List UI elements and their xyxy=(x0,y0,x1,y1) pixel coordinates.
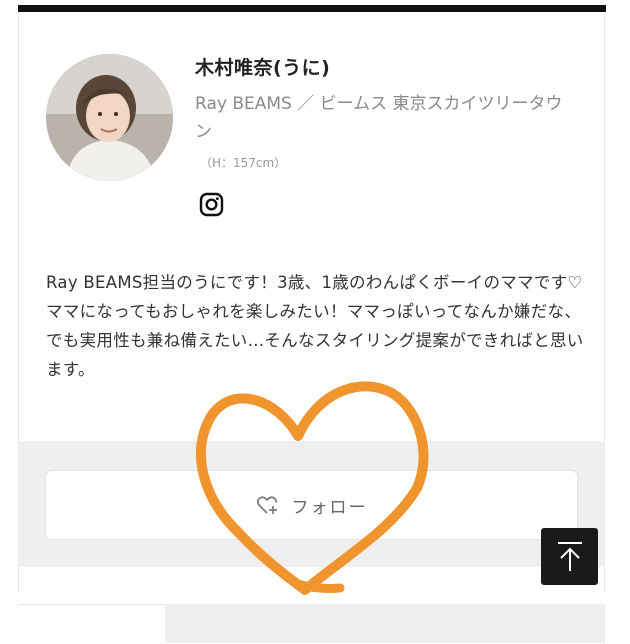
profile-bio: Ray BEAMS担当のうにです！3歳、1歳のわんぱくボーイのママです♡ ママに… xyxy=(46,273,584,379)
profile-height: （H：157cm） xyxy=(200,156,287,170)
follow-button[interactable]: フォロー xyxy=(46,471,577,539)
follow-label: フォロー xyxy=(291,497,368,518)
heart-plus-icon xyxy=(256,496,277,514)
profile-name: 木村唯奈(うに) xyxy=(195,57,331,79)
profile-photo-icon xyxy=(46,54,173,181)
bottom-tab-right[interactable] xyxy=(165,604,605,643)
arrow-up-icon xyxy=(557,541,582,571)
instagram-link[interactable] xyxy=(199,192,224,217)
shop-name: Ray BEAMS ／ ビームス 東京スカイツリータウン xyxy=(195,94,563,142)
back-to-top-button[interactable] xyxy=(541,528,598,585)
top-border-bar xyxy=(18,5,606,12)
instagram-icon xyxy=(199,192,224,217)
avatar xyxy=(46,54,173,181)
bottom-tab-left[interactable] xyxy=(18,604,165,644)
